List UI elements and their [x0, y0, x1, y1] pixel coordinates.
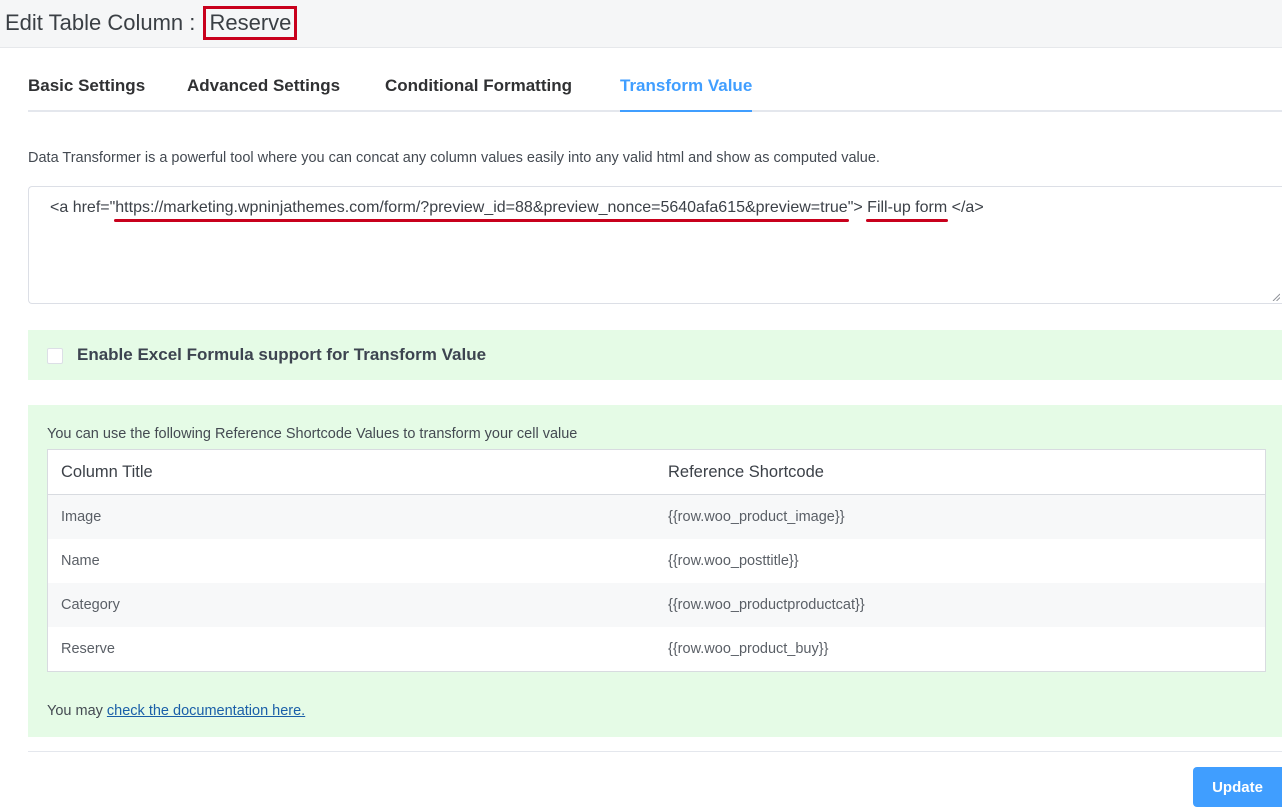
table-row: Reserve {{row.woo_product_buy}}	[48, 627, 1265, 671]
tab-advanced-settings[interactable]: Advanced Settings	[187, 76, 340, 112]
excel-formula-checkbox[interactable]	[47, 348, 63, 364]
documentation-line: You may check the documentation here.	[47, 703, 305, 719]
row-shortcode: {{row.woo_productproductcat}}	[668, 597, 865, 613]
column-name-highlight: Reserve	[203, 6, 298, 40]
tab-basic-settings[interactable]: Basic Settings	[28, 76, 145, 112]
reference-shortcode-panel: You can use the following Reference Shor…	[28, 405, 1282, 737]
settings-tabs: Basic Settings Advanced Settings Conditi…	[28, 68, 1282, 112]
row-title: Image	[61, 509, 102, 525]
tab-conditional-formatting[interactable]: Conditional Formatting	[385, 76, 572, 112]
footer-divider	[28, 751, 1282, 752]
row-title: Reserve	[61, 641, 115, 657]
tab-transform-value[interactable]: Transform Value	[620, 76, 753, 112]
row-title: Name	[61, 553, 100, 569]
code-close-tag: </a>	[947, 199, 984, 216]
transform-code-content[interactable]: <a href="https://marketing.wpninjathemes…	[50, 199, 984, 222]
excel-formula-panel: Enable Excel Formula support for Transfo…	[28, 330, 1282, 380]
header-bar: Edit Table Column : Reserve	[0, 0, 1282, 48]
table-row: Name {{row.woo_posttitle}}	[48, 539, 1265, 583]
code-link-text-underlined: Fill-up form	[866, 199, 949, 222]
doc-prefix: You may	[47, 703, 107, 719]
page-title-prefix: Edit Table Column :	[5, 10, 202, 35]
row-shortcode: {{row.woo_product_buy}}	[668, 641, 829, 657]
excel-formula-label[interactable]: Enable Excel Formula support for Transfo…	[77, 345, 486, 365]
row-shortcode: {{row.woo_posttitle}}	[668, 553, 799, 569]
header-reference-shortcode: Reference Shortcode	[668, 463, 824, 481]
documentation-link[interactable]: check the documentation here.	[107, 703, 305, 719]
table-header: Column Title Reference Shortcode	[48, 450, 1265, 495]
code-tag-close: ">	[847, 199, 868, 216]
table-row: Category {{row.woo_productproductcat}}	[48, 583, 1265, 627]
transform-description: Data Transformer is a powerful tool wher…	[28, 150, 880, 166]
header-column-title: Column Title	[61, 463, 153, 481]
resize-grip-icon[interactable]	[1272, 293, 1280, 301]
reference-table: Column Title Reference Shortcode Image {…	[47, 449, 1266, 672]
code-url-underlined: https://marketing.wpninjathemes.com/form…	[114, 199, 850, 222]
row-shortcode: {{row.woo_product_image}}	[668, 509, 845, 525]
update-button[interactable]: Update	[1193, 767, 1282, 807]
reference-intro: You can use the following Reference Shor…	[47, 426, 578, 442]
page-title: Edit Table Column : Reserve	[5, 6, 298, 40]
table-row: Image {{row.woo_product_image}}	[48, 495, 1265, 539]
transform-code-textarea[interactable]: <a href="https://marketing.wpninjathemes…	[28, 186, 1282, 304]
row-title: Category	[61, 597, 120, 613]
code-open-tag: <a href="	[50, 199, 116, 216]
